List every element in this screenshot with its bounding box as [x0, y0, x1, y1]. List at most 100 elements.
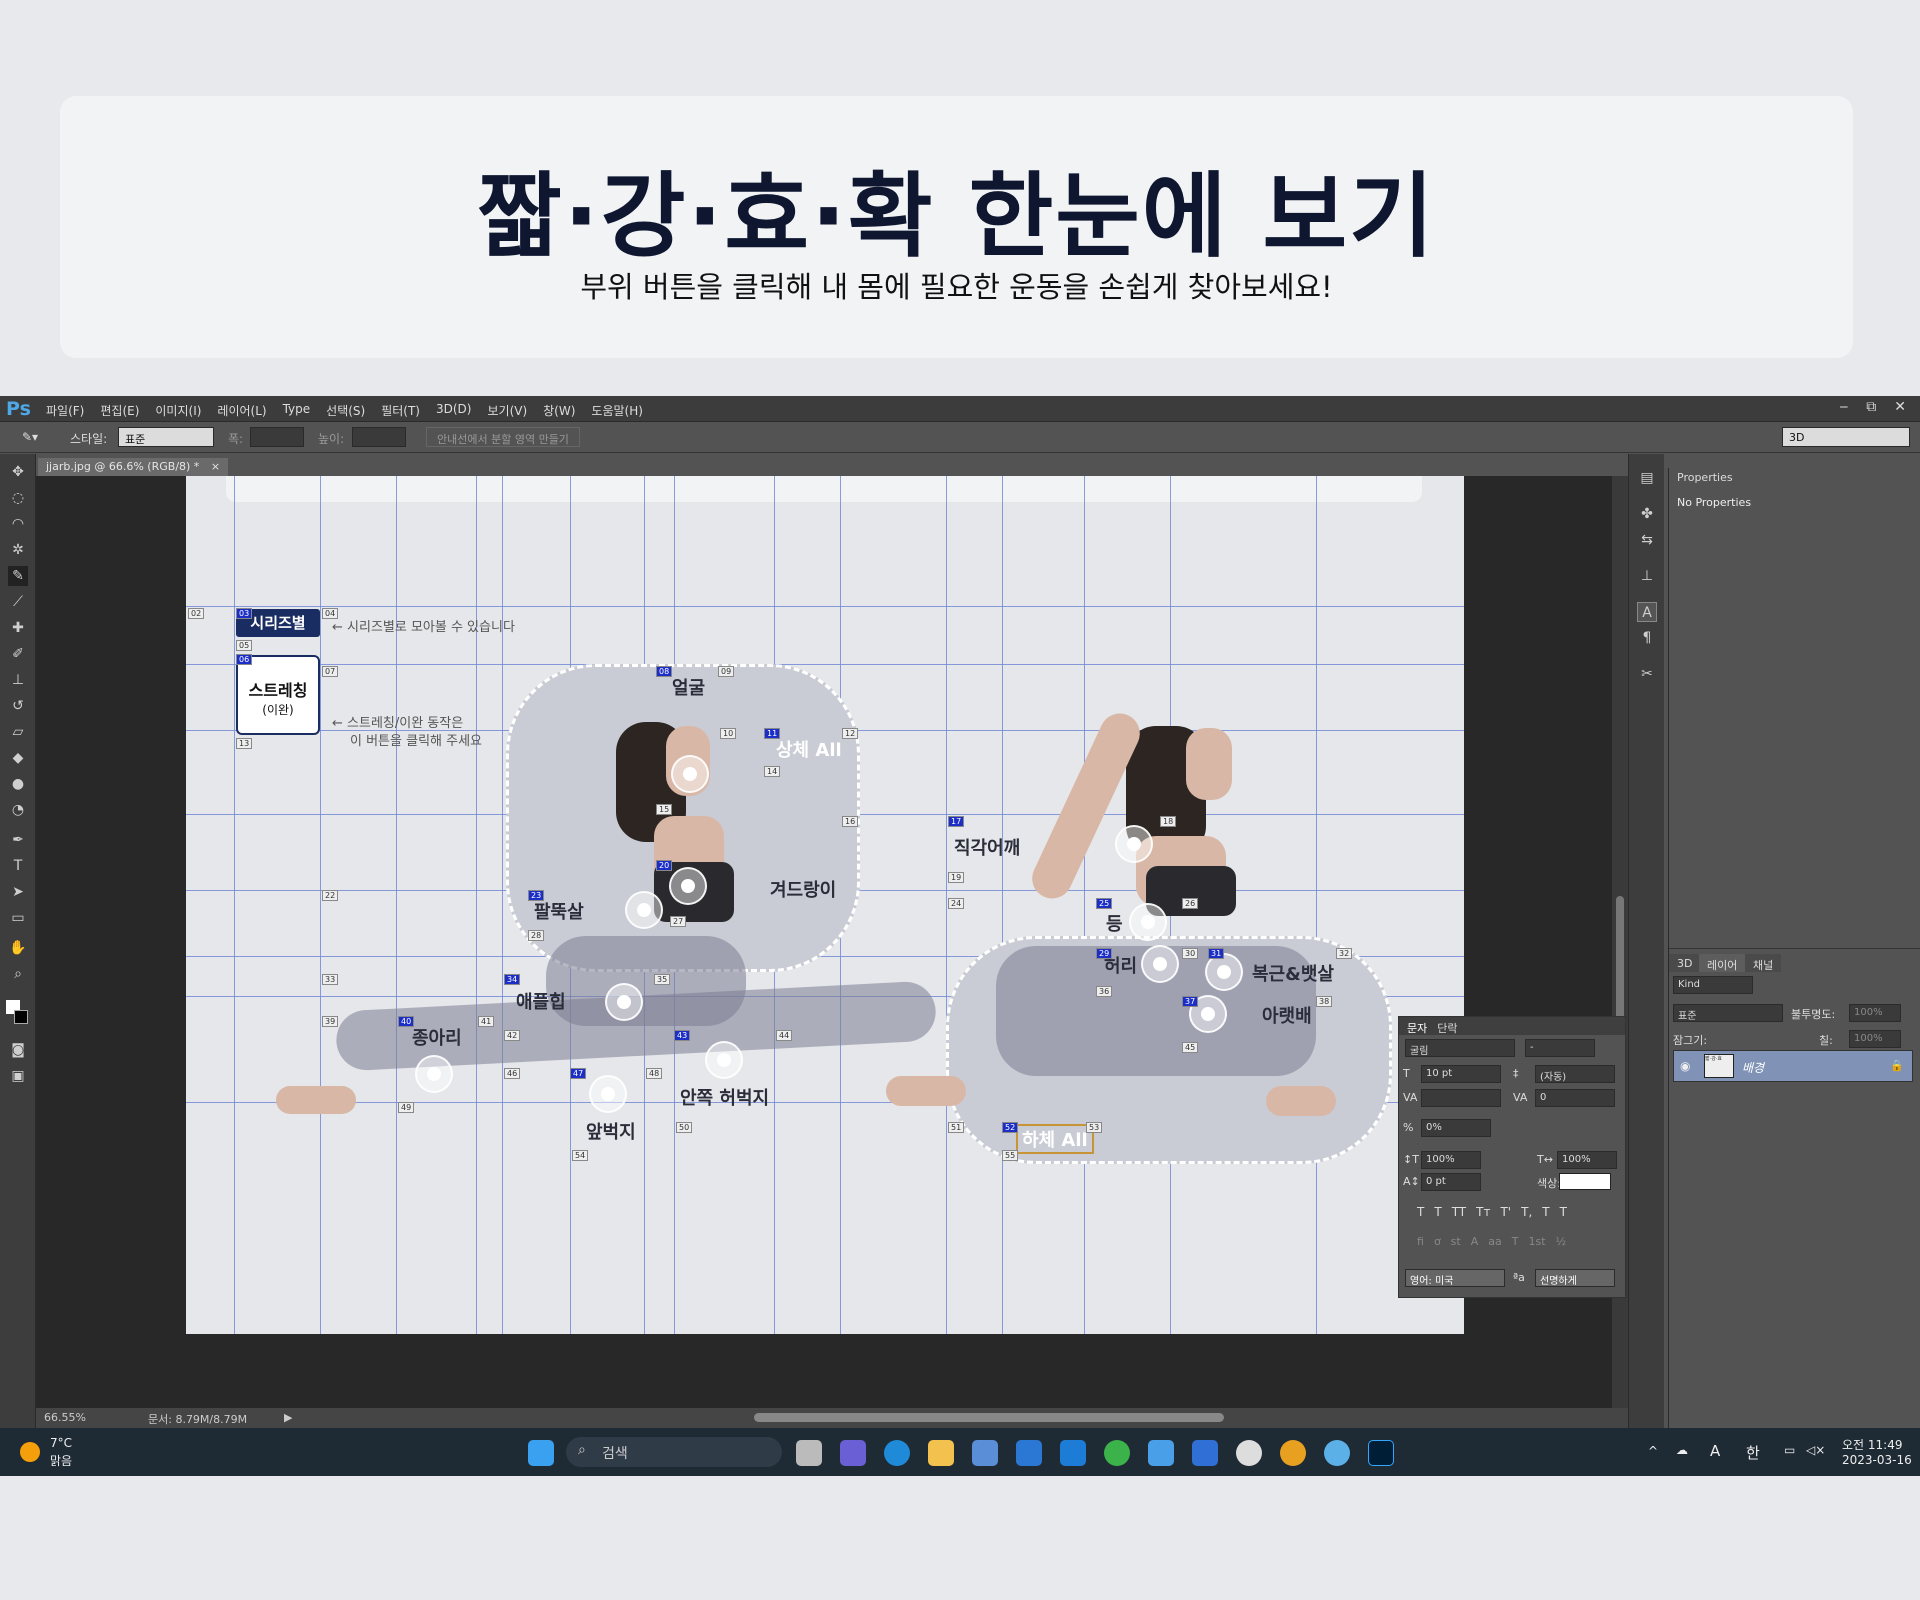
- screen-mode-icon[interactable]: ▣: [8, 1066, 28, 1086]
- close-tab-icon[interactable]: ×: [211, 460, 220, 473]
- kerning-field[interactable]: [1421, 1089, 1501, 1107]
- strikethrough-button[interactable]: T: [1560, 1205, 1567, 1219]
- calf-hotspot[interactable]: [415, 1055, 453, 1093]
- fractions-button[interactable]: ½: [1556, 1235, 1567, 1248]
- layer-name[interactable]: 배경: [1742, 1059, 1764, 1076]
- shoulder-label[interactable]: 직각어깨: [954, 834, 1020, 860]
- mail-icon[interactable]: [1016, 1440, 1042, 1466]
- pen-tool-icon[interactable]: ✒: [8, 830, 28, 850]
- tab-properties[interactable]: Properties: [1669, 468, 1741, 486]
- move-tool-icon[interactable]: ✥: [8, 462, 28, 482]
- horizontal-scroll-thumb[interactable]: [754, 1413, 1224, 1422]
- underline-button[interactable]: T: [1542, 1205, 1549, 1219]
- tray-chevron-icon[interactable]: ^: [1648, 1444, 1658, 1458]
- volume-icon[interactable]: ◁×: [1806, 1443, 1825, 1457]
- back-label[interactable]: 등: [1106, 910, 1123, 936]
- ime-language[interactable]: 한: [1746, 1442, 1760, 1463]
- baseline-field[interactable]: 0 pt: [1421, 1173, 1481, 1191]
- canvas[interactable]: 시리즈별 ← 시리즈별로 모아볼 수 있습니다 스트레칭 (이완) ← 스트레칭…: [186, 476, 1464, 1334]
- style-select[interactable]: 표준: [118, 427, 214, 447]
- character-panel-icon[interactable]: A: [1637, 602, 1657, 622]
- faux-bold-button[interactable]: T: [1417, 1205, 1424, 1219]
- minimize-button[interactable]: ‒: [1839, 399, 1848, 415]
- inner-thigh-label[interactable]: 안쪽 허벅지: [680, 1084, 769, 1110]
- marquee-tool-icon[interactable]: ◌: [8, 488, 28, 508]
- weather-desc[interactable]: 맑음: [50, 1452, 72, 1469]
- menu-help[interactable]: 도움말(H): [591, 402, 643, 419]
- opacity-field[interactable]: 100%: [1849, 1004, 1901, 1022]
- quick-mask-icon[interactable]: ◙: [8, 1040, 28, 1060]
- width-field[interactable]: [250, 427, 304, 447]
- font-family-select[interactable]: 굴림: [1405, 1039, 1515, 1057]
- back-hotspot[interactable]: [1129, 903, 1167, 941]
- subscript-button[interactable]: T,: [1521, 1205, 1532, 1219]
- bucket-icon[interactable]: ◆: [8, 748, 28, 768]
- vertical-scale-field[interactable]: 100%: [1421, 1151, 1481, 1169]
- arm-hotspot[interactable]: [625, 891, 663, 929]
- weather-temp[interactable]: 7°C: [50, 1436, 72, 1450]
- all-caps-button[interactable]: TT: [1452, 1205, 1466, 1219]
- swash-button[interactable]: A: [1471, 1235, 1479, 1248]
- clone-source-icon[interactable]: ⊥: [1637, 566, 1657, 586]
- weather-sun-icon[interactable]: [20, 1442, 40, 1462]
- tab-channels[interactable]: 채널: [1745, 954, 1782, 972]
- menu-view[interactable]: 보기(V): [487, 402, 527, 419]
- path-select-icon[interactable]: ➤: [8, 882, 28, 902]
- file-explorer-icon[interactable]: [928, 1440, 954, 1466]
- hand-tool-icon[interactable]: ✋: [8, 938, 28, 958]
- history-brush-icon[interactable]: ↺: [8, 696, 28, 716]
- shape-tool-icon[interactable]: ▭: [8, 908, 28, 928]
- vscode-icon[interactable]: [1192, 1440, 1218, 1466]
- arm-label[interactable]: 팔뚝살: [534, 898, 584, 924]
- layer-row-background[interactable]: ◉ 짧·강·효 배경 🔒: [1673, 1050, 1913, 1082]
- menu-type[interactable]: Type: [283, 402, 311, 419]
- tracking-field[interactable]: 0: [1535, 1089, 1615, 1107]
- chat-icon[interactable]: [840, 1440, 866, 1466]
- slice-tool-icon[interactable]: ✎▾: [22, 430, 38, 444]
- front-thigh-label[interactable]: 앞벅지: [586, 1118, 636, 1144]
- discretionary-ligature-button[interactable]: ơ: [1434, 1235, 1441, 1248]
- clock-time[interactable]: 오전 11:49: [1842, 1436, 1902, 1453]
- calf-label[interactable]: 종아리: [412, 1024, 462, 1050]
- workspace-select[interactable]: 3D: [1782, 427, 1910, 447]
- messenger-icon[interactable]: [1104, 1440, 1130, 1466]
- tsume-field[interactable]: 0%: [1421, 1119, 1491, 1137]
- browser-icon[interactable]: [1324, 1440, 1350, 1466]
- upper-all-label[interactable]: 상체 All: [776, 736, 842, 762]
- zoom-tool-icon[interactable]: ⌕: [8, 964, 28, 984]
- height-field[interactable]: [352, 427, 406, 447]
- visibility-eye-icon[interactable]: ◉: [1680, 1059, 1690, 1073]
- edge-icon[interactable]: [884, 1440, 910, 1466]
- make-slices-button[interactable]: 안내선에서 분할 영역 만들기: [426, 427, 580, 447]
- faux-italic-button[interactable]: T: [1434, 1205, 1441, 1219]
- shoulder-hotspot[interactable]: [1115, 825, 1153, 863]
- dodge-tool-icon[interactable]: ◔: [8, 800, 28, 820]
- hip-hotspot[interactable]: [605, 983, 643, 1021]
- small-caps-button[interactable]: Tт: [1476, 1205, 1490, 1219]
- font-style-select[interactable]: -: [1525, 1039, 1595, 1057]
- ligature-button[interactable]: fi: [1417, 1235, 1424, 1248]
- menu-edit[interactable]: 편집(E): [100, 402, 139, 419]
- lower-all-label[interactable]: 하체 All: [1016, 1124, 1094, 1154]
- paragraph-panel-icon[interactable]: ¶: [1637, 628, 1657, 648]
- ime-mode[interactable]: A: [1710, 1442, 1720, 1460]
- front-thigh-hotspot[interactable]: [589, 1075, 627, 1113]
- hip-label[interactable]: 애플힙: [516, 988, 566, 1014]
- menu-file[interactable]: 파일(F): [46, 402, 84, 419]
- adjustments-icon[interactable]: ⇆: [1637, 530, 1657, 550]
- fill-field[interactable]: 100%: [1849, 1030, 1901, 1048]
- tab-3d[interactable]: 3D: [1669, 954, 1701, 972]
- historical-button[interactable]: st: [1451, 1235, 1461, 1248]
- lower-belly-label[interactable]: 아랫배: [1262, 1002, 1312, 1028]
- menu-3d[interactable]: 3D(D): [436, 402, 471, 419]
- brush-tool-icon[interactable]: ✐: [8, 644, 28, 664]
- zoom-level[interactable]: 66.55%: [44, 1411, 86, 1424]
- eraser-icon[interactable]: ▱: [8, 722, 28, 742]
- eyedropper-icon[interactable]: ⟋: [8, 592, 28, 612]
- layer-filter-select[interactable]: Kind: [1673, 976, 1753, 994]
- text-color-swatch[interactable]: [1559, 1173, 1611, 1190]
- clock-date[interactable]: 2023-03-16: [1842, 1453, 1912, 1467]
- menu-select[interactable]: 선택(S): [326, 402, 365, 419]
- titling-button[interactable]: T: [1512, 1235, 1519, 1248]
- superscript-button[interactable]: T': [1500, 1205, 1511, 1219]
